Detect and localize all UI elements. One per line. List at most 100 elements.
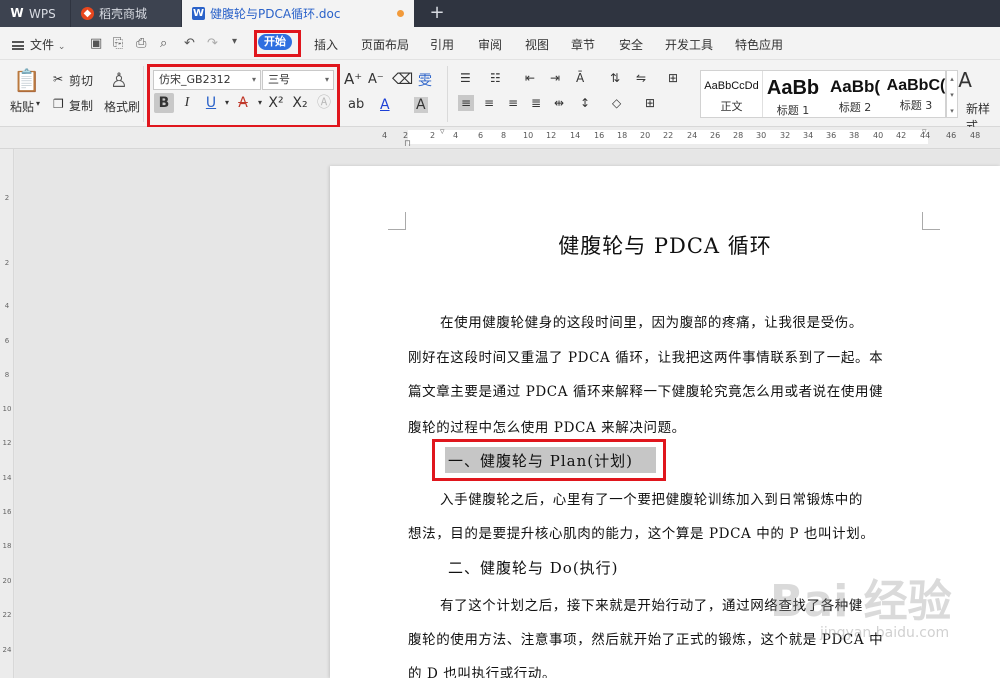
ruler-tick: 10 <box>523 131 534 140</box>
shrink-font-icon[interactable]: A⁻ <box>368 72 384 87</box>
ruler-tick: 24 <box>687 131 698 140</box>
ruler-tick: 20 <box>640 131 651 140</box>
borders-icon[interactable]: ⊞ <box>645 96 655 110</box>
tab-wps-label: WPS <box>29 6 56 21</box>
numbered-list-icon[interactable]: ☷ <box>490 71 501 85</box>
new-tab-button[interactable]: + <box>425 2 449 24</box>
tab-doc-label: 健腹轮与PDCA循环.doc <box>210 7 341 21</box>
style-gallery-scroll[interactable]: ▴ ▾ ▾ <box>946 70 958 118</box>
tab-insert[interactable]: 插入 <box>314 36 338 53</box>
copy-button[interactable]: 复制 <box>69 97 93 114</box>
style-h1-label: 标题 1 <box>776 104 810 117</box>
line-spacing-icon[interactable]: ↕ <box>580 96 590 110</box>
file-menu-button[interactable]: 文件 ⌄ <box>12 36 65 53</box>
vruler-tick: 2 <box>4 259 10 267</box>
tab-review[interactable]: 审阅 <box>478 36 502 53</box>
vertical-ruler[interactable]: 2 2 4 6 8 10 12 14 16 18 20 22 24 <box>0 149 14 678</box>
margin-corner-mark <box>922 212 940 230</box>
vruler-tick: 10 <box>2 405 12 413</box>
style-heading-3[interactable]: AaBbC( 标题 3 <box>886 71 946 117</box>
table-border-icon[interactable]: ⊞ <box>668 71 678 85</box>
save-icon[interactable]: ▣ <box>90 36 102 51</box>
tab-page-layout[interactable]: 页面布局 <box>361 36 409 53</box>
ruler-tick: 6 <box>478 131 484 140</box>
align-left-icon[interactable]: ≡ <box>458 95 475 111</box>
sort-icon[interactable]: ⇅ <box>610 71 620 85</box>
bullet-list-icon[interactable]: ☰ <box>460 71 471 85</box>
tab-active-document[interactable]: W 健腹轮与PDCA循环.doc <box>182 0 414 27</box>
distributed-icon[interactable]: ⇹ <box>554 96 564 110</box>
tab-references[interactable]: 引用 <box>430 36 454 53</box>
docer-flame-icon: ◆ <box>81 7 94 20</box>
vruler-tick: 6 <box>4 337 10 345</box>
print-preview-icon[interactable]: ⌕ <box>160 36 167 51</box>
wps-logo-icon: W <box>10 6 24 20</box>
first-line-indent-marker-icon[interactable]: ▿ <box>440 127 445 137</box>
text-highlight-icon[interactable]: ab <box>348 97 364 112</box>
paragraph-line: 篇文章主要是通过 PDCA 循环来解释一下健腹轮究竟怎么用或者说在使用健 <box>408 384 884 400</box>
ruler-tick: 46 <box>946 131 957 140</box>
redo-icon[interactable]: ↷ <box>207 36 218 51</box>
style-normal-label: 正文 <box>720 100 743 113</box>
tab-developer[interactable]: 开发工具 <box>665 36 713 53</box>
show-marks-icon[interactable]: ⇋ <box>636 71 646 85</box>
ruler-tick: 4 <box>453 131 459 140</box>
tab-special-apps[interactable]: 特色应用 <box>735 36 783 53</box>
char-shading-icon[interactable]: A <box>414 97 428 113</box>
ruler-tick: 36 <box>826 131 837 140</box>
format-painter-icon[interactable]: ♙ <box>110 68 128 92</box>
ruler-tick: 30 <box>756 131 767 140</box>
tab-view[interactable]: 视图 <box>525 36 549 53</box>
justify-icon[interactable]: ≣ <box>531 96 541 110</box>
style-h2-label: 标题 2 <box>838 101 872 114</box>
align-right-icon[interactable]: ≡ <box>508 96 518 110</box>
cut-button[interactable]: 剪切 <box>69 72 93 89</box>
decrease-indent-icon[interactable]: ⇤ <box>525 71 535 85</box>
start-tab-highlight <box>254 30 301 57</box>
paste-button[interactable]: 📋 <box>12 70 42 94</box>
chinese-layout-icon[interactable]: Ā <box>576 71 584 85</box>
left-indent-marker-icon[interactable]: ⊓ <box>404 139 411 149</box>
eraser-icon[interactable]: ⌫ <box>392 70 413 88</box>
style-heading-2[interactable]: AaBb( 标题 2 <box>825 71 885 117</box>
style-h3-label: 标题 3 <box>899 99 933 112</box>
vruler-tick: 22 <box>2 611 12 619</box>
tab-docer-shop[interactable]: ◆ 稻壳商城 <box>71 0 181 27</box>
tab-chapter[interactable]: 章节 <box>571 36 595 53</box>
vruler-tick: 18 <box>2 542 12 550</box>
font-color-icon[interactable]: A <box>380 97 390 113</box>
undo-icon[interactable]: ↶ <box>184 36 195 51</box>
copy-icon: ❐ <box>53 97 64 111</box>
fill-color-icon[interactable]: ◇ <box>612 96 621 110</box>
ruler-tick: 38 <box>849 131 860 140</box>
ruler-tick: 48 <box>970 131 981 140</box>
phonetic-guide-icon[interactable]: 雯 <box>418 70 432 90</box>
paste-label: 粘贴 <box>10 100 35 114</box>
ruler-tick: 16 <box>594 131 605 140</box>
ruler-tick: 2 <box>430 131 436 140</box>
horizontal-ruler[interactable]: 4 2 2 4 6 8 10 12 14 16 18 20 22 24 26 2… <box>0 127 1000 149</box>
style-h1-sample: AaBb <box>766 77 820 99</box>
print-icon[interactable]: ⎙ <box>136 36 146 51</box>
ruler-tick: 22 <box>663 131 674 140</box>
format-painter-button[interactable]: 格式刷 <box>104 98 140 115</box>
ruler-tick: 14 <box>570 131 581 140</box>
export-pdf-icon[interactable]: ⎘ <box>113 36 123 51</box>
paragraph-line: 腹轮的使用方法、注意事项，然后就开始了正式的锻炼，这个就是 PDCA 中 <box>408 632 884 648</box>
heading-selection-highlight <box>432 439 666 481</box>
ruler-tick: 12 <box>546 131 557 140</box>
right-indent-marker-icon[interactable]: ▿ <box>922 127 927 137</box>
align-center-icon[interactable]: ≡ <box>484 96 494 110</box>
chevron-down-icon: ⌄ <box>57 42 66 52</box>
increase-indent-icon[interactable]: ⇥ <box>550 71 560 85</box>
ruler-tick: 8 <box>501 131 507 140</box>
tab-wps-home[interactable]: W WPS <box>0 0 70 27</box>
style-heading-1[interactable]: AaBb 标题 1 <box>763 71 823 117</box>
style-normal[interactable]: AaBbCcDd 正文 <box>701 71 763 117</box>
vruler-tick: 12 <box>2 439 12 447</box>
tab-security[interactable]: 安全 <box>619 36 643 53</box>
grow-font-icon[interactable]: A⁺ <box>344 70 362 88</box>
quick-access-dropdown-icon[interactable]: ▾ <box>232 36 237 47</box>
paste-dropdown-icon[interactable]: ▾ <box>36 99 40 108</box>
vruler-tick: 24 <box>2 646 12 654</box>
